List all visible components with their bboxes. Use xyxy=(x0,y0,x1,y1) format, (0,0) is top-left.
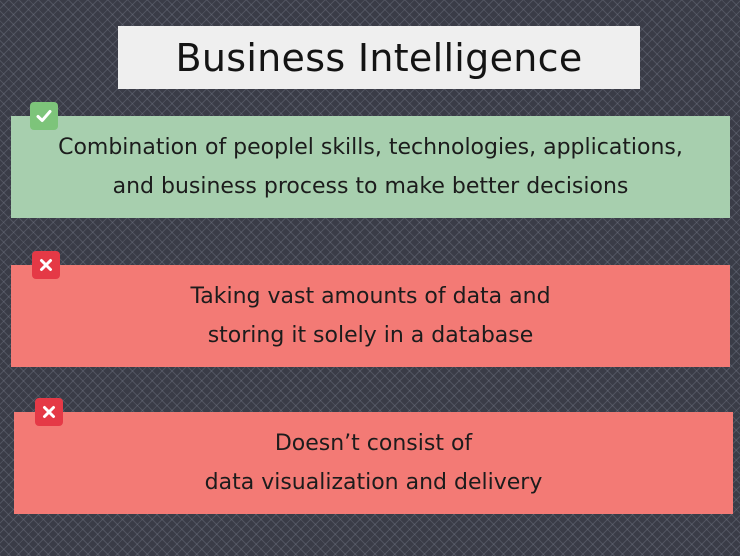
statement-line: Taking vast amounts of data and xyxy=(190,284,551,309)
title-box: Business Intelligence xyxy=(118,26,640,89)
cross-icon xyxy=(43,406,55,418)
statement-line: Doesn’t consist of xyxy=(274,431,473,456)
statement-line: and business process to make better deci… xyxy=(112,174,629,199)
check-badge xyxy=(30,102,58,130)
statement-card-correct: Combination of peoplel skills, technolog… xyxy=(11,116,730,218)
cross-badge xyxy=(32,251,60,279)
statement-card-incorrect: Doesn’t consist of data visualization an… xyxy=(14,412,733,514)
statement-line: storing it solely in a database xyxy=(207,323,534,348)
statement-line: data visualization and delivery xyxy=(204,470,543,495)
cross-badge xyxy=(35,398,63,426)
statement-card-incorrect: Taking vast amounts of data and storing … xyxy=(11,265,730,367)
page-title: Business Intelligence xyxy=(175,35,583,80)
statement-line: Combination of peoplel skills, technolog… xyxy=(58,135,683,160)
check-icon xyxy=(36,110,52,122)
cross-icon xyxy=(40,259,52,271)
